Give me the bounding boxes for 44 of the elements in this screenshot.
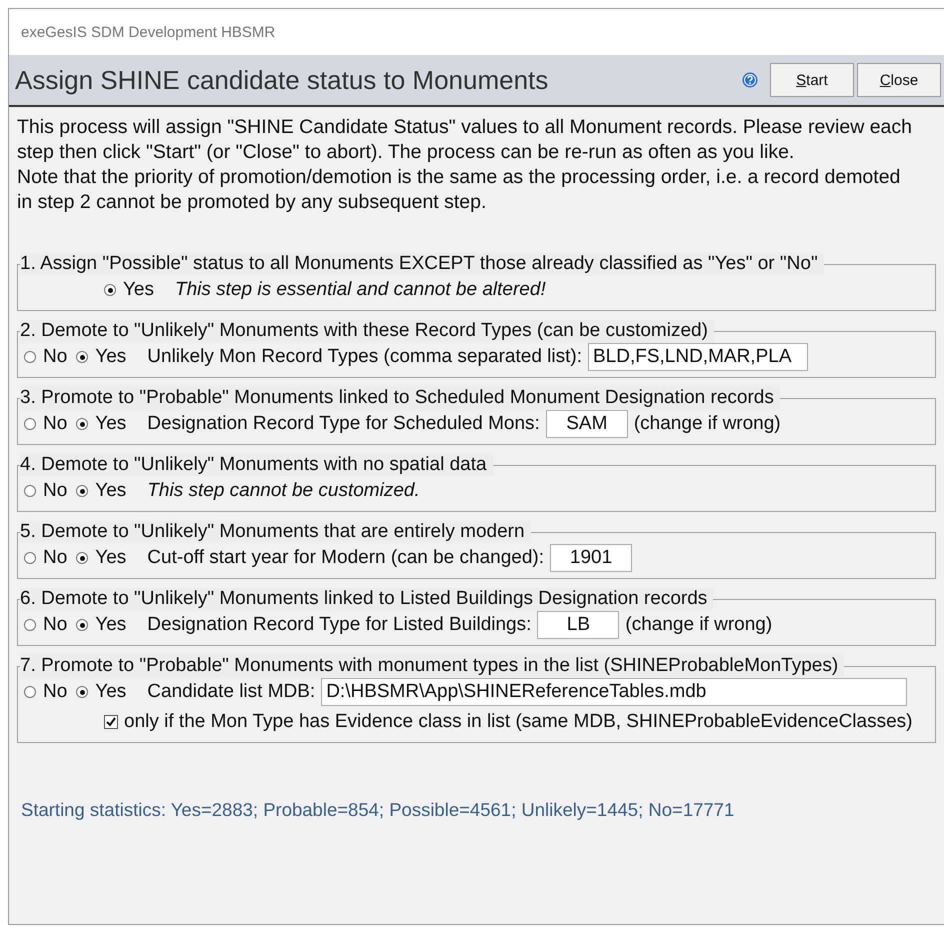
- radio-option[interactable]: Yes: [76, 614, 126, 636]
- step-title: 7. Promote to "Probable" Monuments with monument types in the list (SHINEProbableMonTypes): [20, 655, 844, 677]
- input-field[interactable]: LB: [537, 611, 620, 639]
- step-note: This step is essential and cannot be altered!: [175, 279, 546, 301]
- field-label: Cut-off start year for Modern (can be changed):: [147, 547, 544, 569]
- field-label: Designation Record Type for Scheduled Mons:: [147, 413, 540, 435]
- window-title: exeGesIS SDM Development HBSMR: [21, 24, 276, 40]
- input-field[interactable]: SAM: [546, 410, 628, 438]
- field-hint: (change if wrong): [625, 614, 772, 636]
- step-title: 5. Demote to "Unlikely" Monuments that are entirely modern: [20, 521, 531, 543]
- field-hint: (change if wrong): [634, 413, 781, 435]
- radio-option[interactable]: Yes: [76, 413, 126, 435]
- step-title: 2. Demote to "Unlikely" Monuments with these Record Types (can be customized): [20, 320, 714, 342]
- radio-option[interactable]: Yes: [76, 346, 126, 368]
- radio-option[interactable]: No: [24, 547, 68, 569]
- intro-paragraph: Note that the priority of promotion/demotion is the same as the processing order, i.e. a record demoted in step 2 cannot be promoted by any subsequent step.: [17, 165, 902, 215]
- input-field[interactable]: 1901: [550, 544, 632, 572]
- radio-option[interactable]: Yes: [104, 279, 154, 301]
- radio-option[interactable]: Yes: [76, 681, 126, 703]
- step-note: This step cannot be customized.: [147, 480, 420, 502]
- step-title: 4. Demote to "Unlikely" Monuments with no spatial data: [20, 454, 493, 476]
- form-title: Assign SHINE candidate status to Monuments: [15, 64, 550, 96]
- radio-option[interactable]: No: [24, 681, 68, 703]
- start-button[interactable]: Start: [770, 63, 854, 97]
- field-label: Unlikely Mon Record Types (comma separated list):: [147, 346, 582, 368]
- input-field[interactable]: D:\HBSMR\App\SHINEReferenceTables.mdb: [321, 678, 907, 706]
- radio-option[interactable]: Yes: [76, 480, 126, 502]
- statistics-text: Starting statistics: Yes=2883; Probable=854; Possible=4561; Unlikely=1445; No=17771: [21, 799, 736, 821]
- radio-option[interactable]: No: [24, 413, 68, 435]
- radio-option[interactable]: No: [24, 614, 68, 636]
- step-title: 3. Promote to "Probable" Monuments linked to Scheduled Monument Designation records: [20, 387, 780, 409]
- help-icon[interactable]: [742, 72, 758, 88]
- input-field[interactable]: BLD,FS,LND,MAR,PLA: [588, 343, 808, 371]
- radio-option[interactable]: No: [24, 480, 68, 502]
- step-title: 1. Assign "Possible" status to all Monuments EXCEPT those already classified as "Yes" or "No": [20, 253, 824, 275]
- close-button[interactable]: Close: [857, 63, 941, 97]
- field-label: Designation Record Type for Listed Buildings:: [147, 614, 532, 636]
- intro-paragraph: This process will assign "SHINE Candidate Status" values to all Monument records. Please review each step then click "Start" (or "Close" to abort). The process can be re-run as often as you like.: [17, 115, 914, 165]
- checkbox[interactable]: [104, 715, 118, 729]
- radio-option[interactable]: Yes: [76, 547, 126, 569]
- checkbox-label: only if the Mon Type has Evidence class in list (same MDB, SHINEProbableEvidenceClasses): [124, 711, 912, 733]
- step-title: 6. Demote to "Unlikely" Monuments linked to Listed Buildings Designation records: [20, 588, 714, 610]
- field-label: Candidate list MDB:: [147, 681, 316, 703]
- radio-option[interactable]: No: [24, 346, 68, 368]
